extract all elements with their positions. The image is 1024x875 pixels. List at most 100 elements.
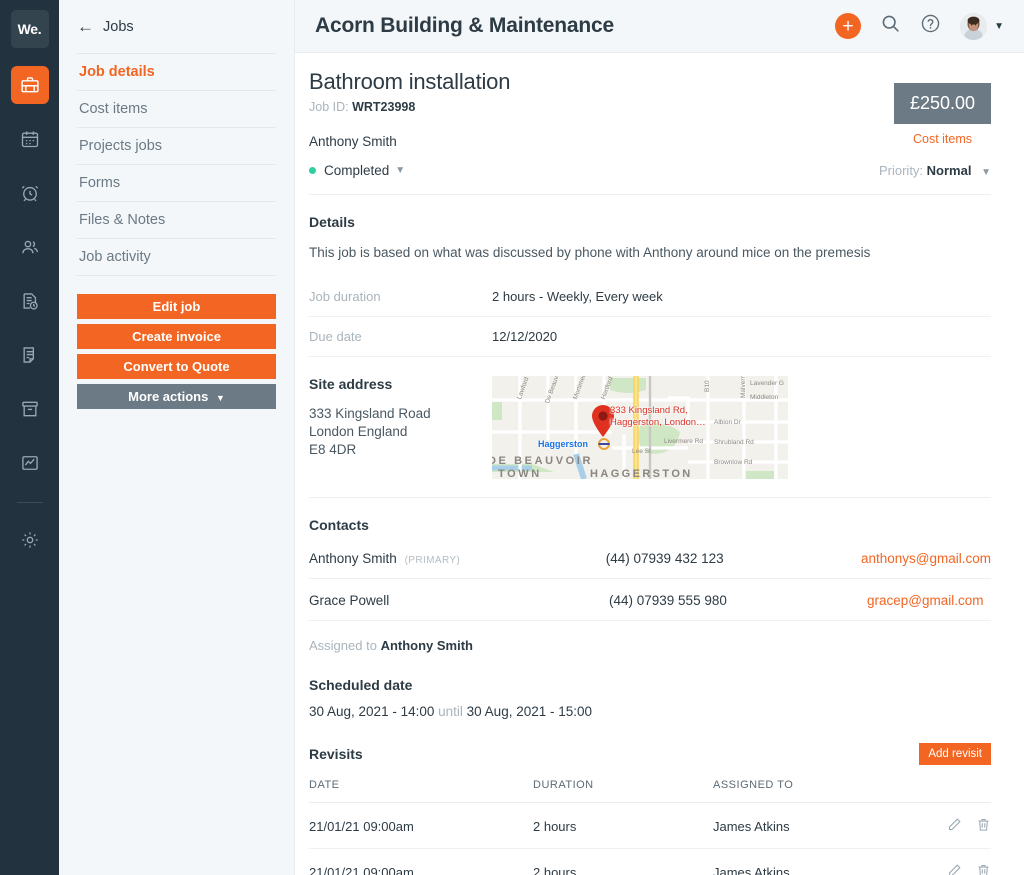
- gear-icon: [20, 530, 40, 550]
- avatar: [960, 12, 988, 40]
- rail-item-contacts[interactable]: [11, 228, 49, 266]
- revisit-duration: 2 hours: [533, 802, 713, 849]
- contact-name: Grace Powell: [309, 593, 609, 608]
- map-pin-label: 333 Kingsland Rd, Haggerston, London…: [610, 405, 706, 428]
- edit-job-button[interactable]: Edit job: [77, 294, 276, 319]
- scheduled-date-value: 30 Aug, 2021 - 14:00 until 30 Aug, 2021 …: [309, 704, 991, 719]
- sidebar-item-forms[interactable]: Forms: [77, 165, 276, 202]
- table-row: 21/01/21 09:00am 2 hours James Atkins: [309, 848, 991, 875]
- top-bar-actions: + ▼: [835, 12, 1004, 40]
- sidebar-item-job-activity[interactable]: Job activity: [77, 239, 276, 276]
- status-badge[interactable]: Completed: [324, 163, 389, 178]
- add-revisit-button[interactable]: Add revisit: [919, 743, 991, 765]
- revisits-header: Revisits Add revisit: [309, 743, 991, 765]
- rail-item-reports[interactable]: [11, 444, 49, 482]
- search-button[interactable]: [880, 13, 901, 39]
- more-actions-label: More actions: [128, 389, 209, 404]
- convert-to-quote-button[interactable]: Convert to Quote: [77, 354, 276, 379]
- job-id-label: Job ID:: [309, 100, 349, 114]
- map-street-label: Middleton: [750, 394, 779, 401]
- map-street-label: B10: [704, 380, 711, 392]
- details-section: Details This job is based on what was di…: [309, 195, 991, 357]
- top-bar: Acorn Building & Maintenance + ▼: [295, 0, 1024, 53]
- app-logo[interactable]: We.: [10, 10, 49, 48]
- edit-pencil-icon[interactable]: [947, 817, 962, 835]
- back-to-jobs-link[interactable]: ← Jobs: [77, 0, 276, 53]
- sidebar-item-projects-jobs[interactable]: Projects jobs: [77, 128, 276, 165]
- contact-phone: (44) 07939 555 980: [609, 593, 727, 608]
- rail-item-quotes[interactable]: [11, 282, 49, 320]
- site-map[interactable]: Lawford Rd De Beauvoir Rd Mortimer Rd He…: [492, 376, 788, 479]
- rail-item-calendar[interactable]: [11, 120, 49, 158]
- sidebar-item-cost-items[interactable]: Cost items: [77, 91, 276, 128]
- sidebar-item-job-details[interactable]: Job details: [77, 54, 276, 91]
- create-invoice-button[interactable]: Create invoice: [77, 324, 276, 349]
- user-menu[interactable]: ▼: [960, 12, 1004, 40]
- delete-trash-icon[interactable]: [976, 817, 991, 835]
- column-header-actions: [929, 779, 991, 803]
- job-actions: Edit job Create invoice Convert to Quote…: [77, 294, 276, 409]
- sidebar-item-files-notes[interactable]: Files & Notes: [77, 202, 276, 239]
- job-price-badge: £250.00: [894, 83, 991, 124]
- calendar-icon: [20, 129, 40, 149]
- revisit-duration: 2 hours: [533, 848, 713, 875]
- primary-nav-rail: We.: [0, 0, 59, 875]
- priority-chevron-down-icon: ▼: [981, 167, 991, 178]
- map-street-label: Shrubland Rd: [714, 439, 754, 446]
- app-root: We. ← Jobs Job details Cost items Projec…: [0, 0, 1024, 875]
- job-status-row: Completed ▼ Priority: Normal ▼: [309, 149, 991, 195]
- map-street-label: Albion Dr: [714, 419, 741, 426]
- more-actions-button[interactable]: More actions ▼: [77, 384, 276, 409]
- job-id-value: WRT23998: [352, 100, 416, 114]
- map-street-label: Malvern R: [740, 376, 747, 398]
- rail-item-timesheets[interactable]: [11, 174, 49, 212]
- rail-item-jobs[interactable]: [10, 66, 49, 104]
- map-neighbourhood-label: HAGGERSTON: [590, 468, 693, 479]
- details-row-due-date: Due date 12/12/2020: [309, 317, 991, 357]
- help-button[interactable]: [920, 13, 941, 39]
- cost-items-link[interactable]: Cost items: [894, 132, 991, 146]
- plus-icon: +: [842, 15, 854, 37]
- assigned-to: Assigned to Anthony Smith: [309, 621, 991, 653]
- priority-value: Normal: [926, 163, 972, 178]
- rail-divider: [16, 502, 43, 503]
- column-header-date: DATE: [309, 779, 533, 803]
- revisit-row-actions: [929, 848, 991, 875]
- job-title: Bathroom installation: [309, 69, 511, 94]
- job-customer-name: Anthony Smith: [309, 134, 397, 149]
- revisit-assigned-to: James Atkins: [713, 802, 929, 849]
- job-header: Bathroom installation Job ID: WRT23998 A…: [309, 53, 991, 149]
- contact-email-link[interactable]: anthonys@gmail.com: [861, 551, 991, 566]
- priority-selector[interactable]: Priority: Normal ▼: [879, 163, 991, 178]
- status-chevron-down-icon[interactable]: ▼: [395, 165, 405, 176]
- main-area: Acorn Building & Maintenance + ▼ Bathroo…: [295, 0, 1024, 875]
- search-icon: [880, 13, 901, 39]
- help-circle-icon: [920, 13, 941, 39]
- add-new-button[interactable]: +: [835, 13, 862, 39]
- rail-item-invoices[interactable]: [11, 336, 49, 374]
- contact-name-text: Grace Powell: [309, 593, 390, 608]
- due-date-value: 12/12/2020: [492, 329, 558, 344]
- contact-name: Anthony Smith (PRIMARY): [309, 551, 606, 566]
- column-header-duration: DURATION: [533, 779, 713, 803]
- contact-email-link[interactable]: gracep@gmail.com: [867, 593, 984, 608]
- rail-item-settings[interactable]: [11, 521, 49, 559]
- map-street-label: Lee St: [632, 448, 651, 455]
- status-dot-icon: [309, 167, 316, 174]
- scheduled-end: 30 Aug, 2021 - 15:00: [466, 704, 593, 719]
- job-id: Job ID: WRT23998: [309, 100, 894, 114]
- details-heading: Details: [309, 214, 355, 230]
- address-line-3: E8 4DR: [309, 441, 357, 457]
- site-address-section: Site address 333 Kingsland Road London E…: [309, 357, 991, 498]
- edit-pencil-icon[interactable]: [947, 863, 962, 875]
- site-address-value: 333 Kingsland Road London England E8 4DR: [309, 405, 492, 459]
- rail-item-assets[interactable]: [11, 390, 49, 428]
- details-description: This job is based on what was discussed …: [309, 245, 871, 260]
- quotes-icon: [20, 291, 40, 311]
- scheduled-date-heading: Scheduled date: [309, 677, 413, 693]
- delete-trash-icon[interactable]: [976, 863, 991, 875]
- contacts-heading: Contacts: [309, 517, 369, 533]
- table-row: 21/01/21 09:00am 2 hours James Atkins: [309, 802, 991, 849]
- scheduled-date-section: Scheduled date 30 Aug, 2021 - 14:00 unti…: [309, 653, 991, 719]
- map-street-label: Lavender G: [750, 380, 784, 387]
